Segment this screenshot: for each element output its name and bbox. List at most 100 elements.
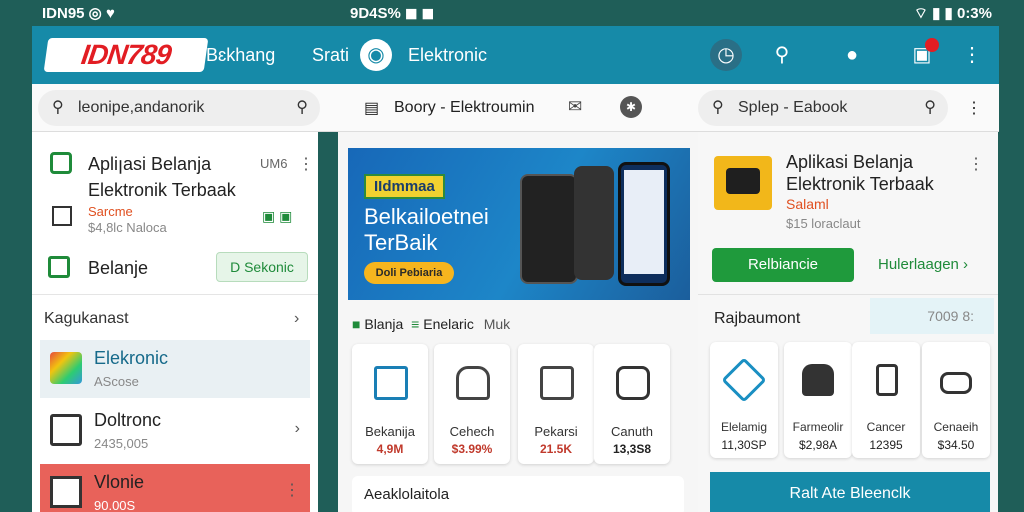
search-row: ⚲ leonipe,andanorik ⚲ ▤ Boory - Elektrou…	[32, 84, 999, 132]
product-card[interactable]: Canuth 13,3S8	[594, 344, 670, 464]
product-name: Pekarsi	[534, 424, 578, 439]
nav-item-1[interactable]: Bɛkhang	[206, 45, 275, 66]
tag-icon: ■	[352, 316, 361, 332]
tag-2[interactable]: Enelaric	[423, 316, 474, 332]
document-icon: ▤	[364, 100, 380, 117]
product-name: Cehech	[449, 424, 495, 439]
left-panel: Apliꞁasi Belanja Elektronik Terbaak UM6 …	[32, 132, 318, 512]
search-icon: ⚲	[712, 99, 724, 116]
category-name: Vlonie	[94, 472, 145, 492]
phone-icon	[876, 364, 898, 396]
product-price: 13,3S8	[612, 442, 652, 456]
category-label[interactable]: Boory - Elektroumin	[394, 99, 535, 117]
section-title: Rajbaumont	[714, 310, 801, 327]
router-icon	[802, 364, 834, 396]
product-name: Canuth	[611, 424, 653, 439]
app-title-line1: Apliꞁasi Belanja	[88, 154, 212, 174]
category-item[interactable]: Elekronic AScose	[40, 340, 310, 398]
box-icon	[50, 476, 82, 508]
footer-button[interactable]: Ralt Ate Bleenclk	[710, 472, 990, 512]
action-icons[interactable]: ▣ ▣	[262, 208, 292, 225]
search-input-left[interactable]: leonipe,andanorik	[78, 90, 204, 126]
footer-text: Aeaklolaitola	[364, 486, 450, 503]
banner-cta-button[interactable]: Doli Pebiaria	[364, 262, 454, 284]
app-corner-label: UM6	[260, 156, 288, 171]
tag-icon: ≡	[411, 316, 420, 332]
search-icon: ⚲	[296, 99, 308, 116]
product-price: 21.5K	[539, 442, 573, 456]
app-icon	[714, 156, 772, 210]
user-icon[interactable]: ●	[836, 39, 868, 71]
product-price: 12395	[869, 438, 903, 452]
nav-item-2[interactable]: Srati	[312, 45, 349, 66]
phone-screen	[624, 170, 664, 274]
section-badge: 7009 8:	[870, 298, 994, 334]
category-name: Doltronc	[94, 410, 162, 430]
category-sub: 2435,005	[94, 436, 149, 451]
category-sub: AScose	[94, 374, 139, 389]
mail-icon[interactable]: ✉	[568, 97, 582, 117]
product-card[interactable]: Pekarsi 21.5K	[518, 344, 594, 464]
tag-row: ■ Blanja ≡ Enelaric Muk	[352, 316, 510, 332]
promo-banner[interactable]: IIdmmaa Belkailoetnei TerBaik Doli Pebia…	[348, 148, 690, 300]
status-left: IDN95 ◎ ♥	[42, 5, 115, 22]
phone-image	[574, 166, 614, 280]
category-item[interactable]: Doltronc 2435,005 ›	[40, 402, 310, 460]
tag-3[interactable]: Muk	[484, 316, 510, 332]
nav-item-3[interactable]: Elektronic	[408, 45, 487, 66]
product-card[interactable]: Farmeolir $2,98A	[784, 342, 852, 458]
divider	[32, 294, 318, 295]
banner-badge: IIdmmaa	[364, 174, 445, 199]
banner-headline-2: TerBaik	[364, 230, 438, 255]
more-icon[interactable]: ⋮	[956, 39, 988, 71]
product-card[interactable]: Cancer 12395	[852, 342, 920, 458]
more-icon[interactable]: ⋮	[968, 154, 984, 174]
more-icon[interactable]: ⋮	[298, 154, 314, 174]
more-icon[interactable]: ⋮	[966, 98, 982, 118]
app-promo: Salaml	[786, 196, 829, 212]
product-price: $34.50	[937, 438, 975, 452]
product-card[interactable]: Cenaeih $34.50	[922, 342, 990, 458]
center-panel: IIdmmaa Belkailoetnei TerBaik Doli Pebia…	[338, 132, 698, 512]
product-card[interactable]: Cehech $3.99%	[434, 344, 510, 464]
product-name: Cancer	[866, 420, 906, 434]
product-name: Bekanija	[365, 424, 415, 439]
electronics-icon	[50, 352, 82, 384]
category-sub: 90.00S	[94, 498, 136, 512]
link-text: Hulerlaagen	[878, 256, 959, 273]
right-panel: Aplikasi Belanja Elektronik Terbaak ⋮ Sa…	[698, 132, 998, 512]
banner-headline-1: Belkailoetnei	[364, 204, 489, 229]
search-bar-right[interactable]: ⚲ Splep - Eabook ⚲	[698, 90, 948, 126]
sekonic-button[interactable]: D Sekonic	[216, 252, 308, 282]
shopping-bag-icon	[50, 152, 72, 174]
section-title: Kagukanast	[44, 310, 129, 327]
category-item[interactable]: Vlonie 90.00S ⋮	[40, 464, 310, 512]
primary-button[interactable]: Relbiancie	[712, 248, 854, 282]
app-price: $4,8lc Naloca	[88, 220, 167, 235]
app-promo: Sarcme	[88, 204, 133, 219]
search-icon[interactable]: ⚲	[766, 39, 798, 71]
search-bar-left[interactable]: ⚲ leonipe,andanorik ⚲	[38, 90, 320, 126]
printer-icon	[50, 414, 82, 446]
bag-icon	[48, 256, 70, 278]
product-name: Farmeolir	[792, 420, 844, 434]
search-icon: ⚲	[924, 99, 936, 116]
clock-icon[interactable]: ◷	[710, 39, 742, 71]
globe-icon[interactable]: ◉	[360, 39, 392, 71]
car-icon	[940, 372, 972, 394]
product-card[interactable]: Elelamig 11,30SP	[710, 342, 778, 458]
product-card[interactable]: Bekanija 4,9M	[352, 344, 428, 464]
filter-icon[interactable]: ✱	[620, 96, 642, 118]
chevron-right-icon[interactable]: ›	[294, 310, 299, 328]
brand-logo[interactable]: IDN789	[43, 38, 209, 72]
status-center: 9D4S% ◼ ◼	[350, 5, 435, 22]
speaker-icon	[616, 366, 650, 400]
search-input-right[interactable]: Splep - Eabook	[738, 90, 847, 126]
app-title-line2: Elektronik Terbaak	[786, 174, 934, 194]
footer-card[interactable]: Aeaklolaitola	[352, 476, 684, 512]
tablet-icon	[374, 366, 408, 400]
shield-icon	[721, 357, 767, 403]
store-icon	[52, 206, 72, 226]
more-link[interactable]: Hulerlaagen ›	[878, 256, 968, 273]
tag-1[interactable]: Blanja	[364, 316, 403, 332]
